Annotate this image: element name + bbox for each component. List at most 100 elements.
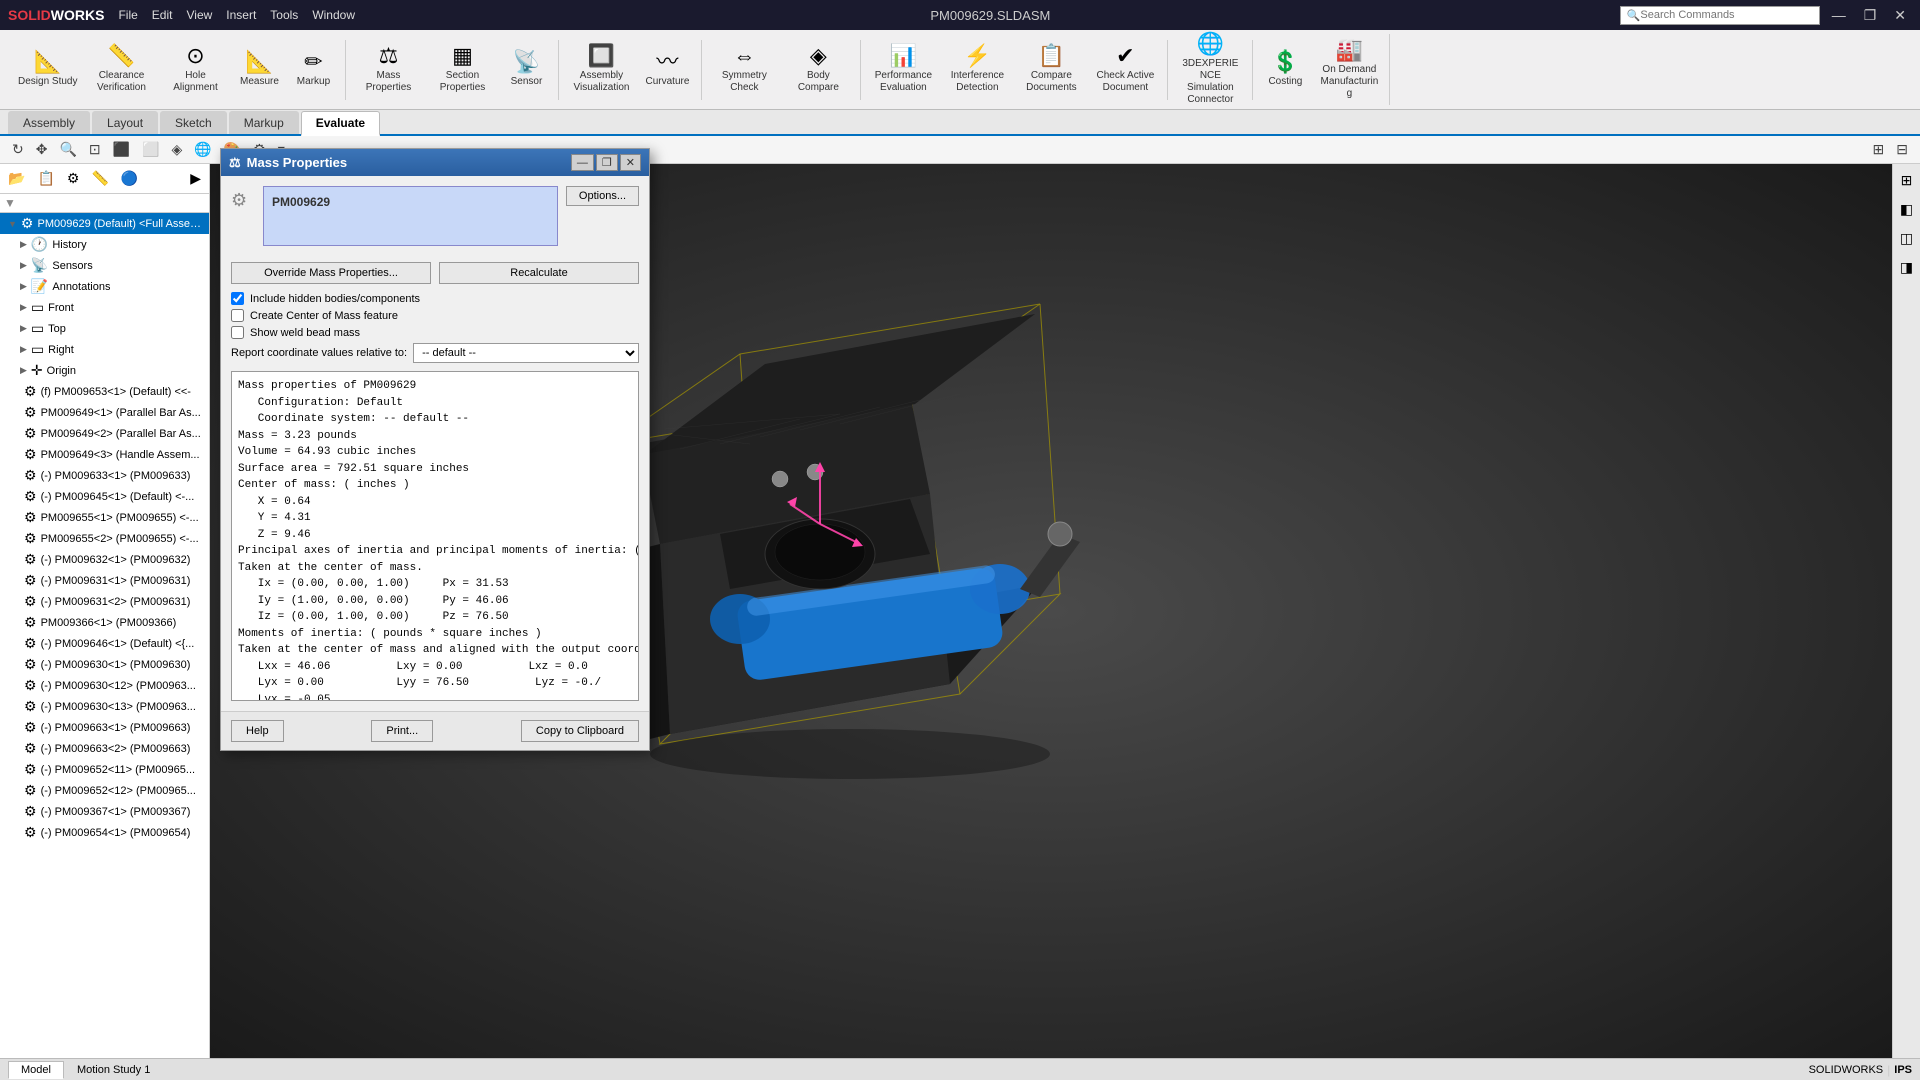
bottom-tab-motion-study-1[interactable]: Motion Study 1	[64, 1061, 163, 1079]
tree-item-pm009663-1[interactable]: ⚙ (-) PM009663<1> (PM009663)	[0, 717, 209, 738]
help-button[interactable]: Help	[231, 720, 284, 742]
copy-clipboard-button[interactable]: Copy to Clipboard	[521, 720, 639, 742]
toolbar-btn-section-props[interactable]: ▦Section Properties	[426, 41, 498, 98]
tab-evaluate[interactable]: Evaluate	[301, 111, 380, 136]
toolbar-btn-compare-docs[interactable]: 📋Compare Documents	[1015, 41, 1087, 98]
component-selection-box[interactable]: PM009629	[263, 186, 558, 246]
menu-edit[interactable]: Edit	[146, 6, 179, 24]
toolbar-btn-perf-eval[interactable]: 📊Performance Evaluation	[867, 41, 939, 98]
tree-item-pm009654-1[interactable]: ⚙ (-) PM009654<1> (PM009654)	[0, 822, 209, 843]
appearance-manager-icon[interactable]: 🔵	[117, 168, 142, 189]
search-bar[interactable]: 🔍	[1620, 6, 1820, 25]
tree-item-sensors[interactable]: ▶ 📡 Sensors	[0, 255, 209, 276]
tree-item-pm009653-1[interactable]: ⚙ (f) PM009653<1> (Default) <<-	[0, 381, 209, 402]
tree-item-pm009367-1[interactable]: ⚙ (-) PM009367<1> (PM009367)	[0, 801, 209, 822]
tree-item-pm009633-1[interactable]: ⚙ (-) PM009633<1> (PM009633)	[0, 465, 209, 486]
view-float-icon[interactable]: ⊟	[1892, 139, 1912, 160]
toolbar-btn-check-active[interactable]: ✔Check Active Document	[1089, 41, 1161, 98]
rp-icon-2[interactable]: ◧	[1896, 197, 1917, 222]
tree-root[interactable]: ▼ ⚙ PM009629 (Default) <Full Assembly>	[0, 213, 209, 234]
toolbar-btn-costing[interactable]: 💲Costing	[1259, 47, 1311, 92]
tree-item-pm009645-1[interactable]: ⚙ (-) PM009645<1> (Default) <-...	[0, 486, 209, 507]
tab-sketch[interactable]: Sketch	[160, 111, 227, 134]
tab-layout[interactable]: Layout	[92, 111, 158, 134]
menu-tools[interactable]: Tools	[264, 6, 304, 24]
menu-insert[interactable]: Insert	[220, 6, 262, 24]
print-button[interactable]: Print...	[371, 720, 433, 742]
dialog-restore-button[interactable]: ❐	[596, 154, 618, 171]
toolbar-btn-3dexperience[interactable]: 🌐3DEXPERIENCE Simulation Connector	[1174, 29, 1246, 110]
tree-item-pm009630-13[interactable]: ⚙ (-) PM009630<13> (PM00963...	[0, 696, 209, 717]
tree-item-pm009655-1[interactable]: ⚙ PM009655<1> (PM009655) <-...	[0, 507, 209, 528]
tree-item-annotations[interactable]: ▶ 📝 Annotations	[0, 276, 209, 297]
toolbar-btn-design-study[interactable]: 📐Design Study	[12, 47, 83, 92]
tree-item-pm009663-2[interactable]: ⚙ (-) PM009663<2> (PM009663)	[0, 738, 209, 759]
tree-item-pm009652-11[interactable]: ⚙ (-) PM009652<11> (PM00965...	[0, 759, 209, 780]
toolbar-btn-sensor[interactable]: 📡Sensor	[500, 47, 552, 92]
property-manager-icon[interactable]: 📋	[33, 168, 58, 189]
dim-expert-icon[interactable]: 📏	[87, 168, 112, 189]
toolbar-btn-on-demand[interactable]: 🏭On Demand Manufacturing	[1313, 35, 1385, 104]
override-mass-button[interactable]: Override Mass Properties...	[231, 262, 431, 284]
toolbar-btn-body-compare[interactable]: ◈Body Compare	[782, 41, 854, 98]
menu-file[interactable]: File	[112, 6, 143, 24]
tree-item-pm009632-1[interactable]: ⚙ (-) PM009632<1> (PM009632)	[0, 549, 209, 570]
search-input[interactable]	[1640, 9, 1780, 21]
toolbar-btn-clearance-verify[interactable]: 📏Clearance Verification	[85, 41, 157, 98]
toolbar-btn-markup[interactable]: ✏Markup	[287, 47, 339, 92]
checkbox-weld-bead[interactable]	[231, 326, 244, 339]
tree-item-top[interactable]: ▶ ▭ Top	[0, 318, 209, 339]
tree-item-pm009652-12[interactable]: ⚙ (-) PM009652<12> (PM00965...	[0, 780, 209, 801]
options-button[interactable]: Options...	[566, 186, 639, 206]
bottom-tab-model[interactable]: Model	[8, 1061, 64, 1079]
tree-item-right[interactable]: ▶ ▭ Right	[0, 339, 209, 360]
toolbar-btn-mass-props[interactable]: ⚖Mass Properties	[352, 41, 424, 98]
tree-item-pm009630-12[interactable]: ⚙ (-) PM009630<12> (PM00963...	[0, 675, 209, 696]
toolbar-btn-assembly-viz[interactable]: 🔲Assembly Visualization	[565, 41, 637, 98]
tree-item-front[interactable]: ▶ ▭ Front	[0, 297, 209, 318]
coord-dropdown[interactable]: -- default --	[413, 343, 639, 363]
tree-item-pm009646-1[interactable]: ⚙ (-) PM009646<1> (Default) <{...	[0, 633, 209, 654]
tab-assembly[interactable]: Assembly	[8, 111, 90, 134]
toolbar-btn-curvature[interactable]: 〰Curvature	[639, 47, 695, 92]
view-normal-icon[interactable]: ⊞	[1869, 139, 1889, 160]
tree-item-origin[interactable]: ▶ ✛ Origin	[0, 360, 209, 381]
minimize-button[interactable]: —	[1826, 5, 1852, 25]
tree-item-pm009631-1[interactable]: ⚙ (-) PM009631<1> (PM009631)	[0, 570, 209, 591]
tree-item-history[interactable]: ▶ 🕐 History	[0, 234, 209, 255]
restore-button[interactable]: ❐	[1858, 5, 1883, 26]
menu-window[interactable]: Window	[306, 6, 361, 24]
recalculate-button[interactable]: Recalculate	[439, 262, 639, 284]
tab-markup[interactable]: Markup	[229, 111, 299, 134]
toolbar-btn-interference[interactable]: ⚡Interference Detection	[941, 41, 1013, 98]
tree-item-pm009649-1[interactable]: ⚙ PM009649<1> (Parallel Bar As...	[0, 402, 209, 423]
rotate-icon[interactable]: ↻	[8, 139, 28, 160]
toolbar-btn-hole-alignment[interactable]: ⊙Hole Alignment	[159, 41, 231, 98]
tree-item-pm009630-1[interactable]: ⚙ (-) PM009630<1> (PM009630)	[0, 654, 209, 675]
checkbox-hidden-bodies[interactable]	[231, 292, 244, 305]
dialog-minimize-button[interactable]: —	[571, 154, 594, 171]
zoom-icon[interactable]: 🔍	[55, 139, 80, 160]
view-icon[interactable]: ⬛	[109, 139, 134, 160]
pan-icon[interactable]: ✥	[32, 139, 52, 160]
tree-item-pm009366-1[interactable]: ⚙ PM009366<1> (PM009366)	[0, 612, 209, 633]
tree-item-pm009649-2[interactable]: ⚙ PM009649<2> (Parallel Bar As...	[0, 423, 209, 444]
tree-item-pm009631-2[interactable]: ⚙ (-) PM009631<2> (PM009631)	[0, 591, 209, 612]
config-manager-icon[interactable]: ⚙	[63, 168, 84, 189]
display-icon[interactable]: ◈	[168, 139, 187, 160]
rp-icon-4[interactable]: ◨	[1896, 255, 1917, 280]
tree-item-pm009655-2[interactable]: ⚙ PM009655<2> (PM009655) <-...	[0, 528, 209, 549]
toolbar-btn-measure[interactable]: 📐Measure	[233, 47, 285, 92]
rp-icon-3[interactable]: ◫	[1896, 226, 1917, 251]
close-button[interactable]: ✕	[1888, 5, 1912, 26]
zoom-fit-icon[interactable]: ⊡	[85, 139, 105, 160]
section-view-icon[interactable]: ⬜	[138, 139, 163, 160]
rp-icon-1[interactable]: ⊞	[1897, 168, 1917, 193]
dialog-close-button[interactable]: ✕	[620, 154, 641, 171]
feature-manager-icon[interactable]: 📂	[4, 168, 29, 189]
toolbar-btn-symmetry[interactable]: ⇔Symmetry Check	[708, 41, 780, 98]
menu-view[interactable]: View	[180, 6, 218, 24]
collapse-icon[interactable]: ▶	[186, 168, 205, 189]
tree-item-pm009649-3[interactable]: ⚙ PM009649<3> (Handle Assem...	[0, 444, 209, 465]
checkbox-center-mass[interactable]	[231, 309, 244, 322]
